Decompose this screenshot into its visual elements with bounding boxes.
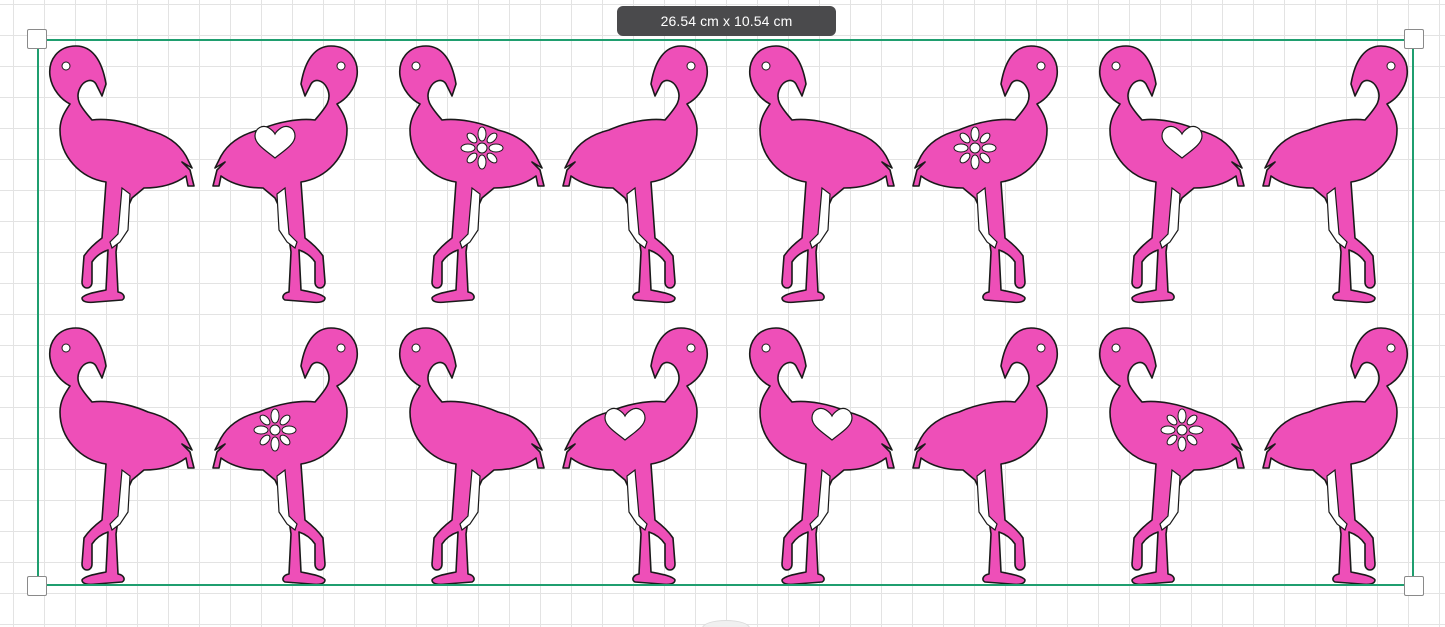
design-canvas[interactable]: 26.54 cm x 10.54 cm <box>0 0 1445 627</box>
resize-handle-top-left[interactable] <box>27 29 47 49</box>
resize-handle-bottom-left[interactable] <box>27 576 47 596</box>
resize-handle-bottom-right[interactable] <box>1404 576 1424 596</box>
resize-handle-top-right[interactable] <box>1404 29 1424 49</box>
selection-box[interactable] <box>37 39 1414 586</box>
